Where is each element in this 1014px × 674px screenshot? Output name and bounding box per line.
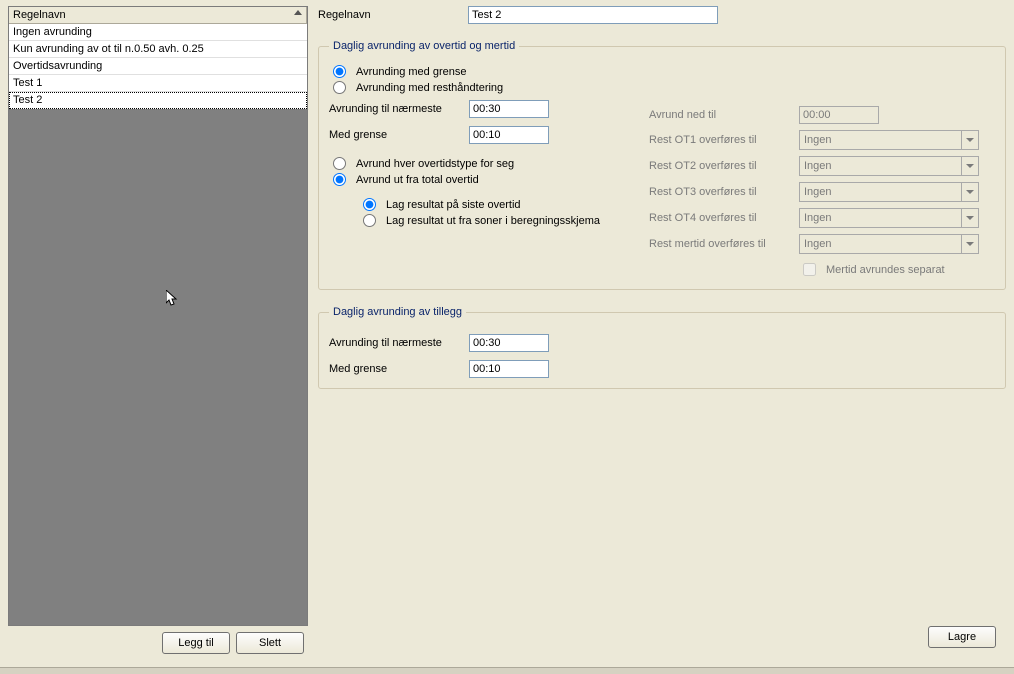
sort-asc-icon (294, 10, 302, 15)
chevron-down-icon (961, 157, 978, 175)
radio-mode-rest[interactable] (333, 81, 346, 94)
rest-ot2-label: Rest OT2 overføres til (649, 160, 799, 172)
delete-button[interactable]: Slett (236, 632, 304, 654)
group-overtime: Daglig avrunding av overtid og mertid Av… (318, 40, 1006, 290)
addition-with-limit-label: Med grense (329, 363, 469, 375)
radio-mode-limit[interactable] (333, 65, 346, 78)
radio-result-zones-label: Lag resultat ut fra soner i beregningssk… (386, 215, 600, 227)
radio-result-zones[interactable] (363, 214, 376, 227)
rule-name-label: Regelnavn (318, 9, 468, 21)
rest-ot1-label: Rest OT1 overføres til (649, 134, 799, 146)
round-down-label: Avrund ned til (649, 109, 799, 121)
round-nearest-input[interactable] (469, 100, 549, 118)
rule-name-input[interactable] (468, 6, 718, 24)
with-limit-label: Med grense (329, 129, 469, 141)
mertid-separate-checkbox (803, 263, 816, 276)
rest-ot3-label: Rest OT3 overføres til (649, 186, 799, 198)
save-button[interactable]: Lagre (928, 626, 996, 648)
chevron-down-icon (961, 235, 978, 253)
chevron-down-icon (961, 131, 978, 149)
addition-with-limit-input[interactable] (469, 360, 549, 378)
rest-ot2-combo: Ingen (799, 156, 979, 176)
round-nearest-label: Avrunding til nærmeste (329, 103, 469, 115)
rule-list-header-label: Regelnavn (13, 9, 66, 21)
radio-scope-each-label: Avrund hver overtidstype for seg (356, 158, 514, 170)
radio-scope-total[interactable] (333, 173, 346, 186)
radio-result-last[interactable] (363, 198, 376, 211)
radio-scope-total-label: Avrund ut fra total overtid (356, 174, 479, 186)
radio-mode-limit-label: Avrunding med grense (356, 66, 466, 78)
chevron-down-icon (961, 183, 978, 201)
radio-scope-each[interactable] (333, 157, 346, 170)
radio-result-last-label: Lag resultat på siste overtid (386, 199, 521, 211)
rest-ot1-value: Ingen (800, 134, 961, 146)
rest-mertid-combo: Ingen (799, 234, 979, 254)
mertid-separate-label: Mertid avrundes separat (826, 264, 945, 276)
rule-list-panel: Regelnavn Ingen avrundingKun avrunding a… (8, 6, 308, 654)
list-item[interactable]: Overtidsavrunding (9, 58, 307, 75)
add-button[interactable]: Legg til (162, 632, 230, 654)
addition-round-nearest-label: Avrunding til nærmeste (329, 337, 469, 349)
rest-mertid-label: Rest mertid overføres til (649, 238, 799, 250)
status-bar (0, 667, 1014, 674)
rule-list-empty-area (8, 110, 308, 626)
rest-ot4-label: Rest OT4 overføres til (649, 212, 799, 224)
chevron-down-icon (961, 209, 978, 227)
rule-list-header[interactable]: Regelnavn (9, 7, 307, 24)
rule-list[interactable]: Regelnavn Ingen avrundingKun avrunding a… (8, 6, 308, 110)
list-item[interactable]: Test 2 (9, 92, 307, 109)
round-down-input (799, 106, 879, 124)
rest-ot2-value: Ingen (800, 160, 961, 172)
list-item[interactable]: Test 1 (9, 75, 307, 92)
rest-ot4-value: Ingen (800, 212, 961, 224)
list-item[interactable]: Kun avrunding av ot til n.0.50 avh. 0.25 (9, 41, 307, 58)
rest-mertid-value: Ingen (800, 238, 961, 250)
rest-ot3-value: Ingen (800, 186, 961, 198)
group-addition: Daglig avrunding av tillegg Avrunding ti… (318, 306, 1006, 389)
group-addition-title: Daglig avrunding av tillegg (329, 306, 466, 318)
rest-ot3-combo: Ingen (799, 182, 979, 202)
rule-detail-panel: Regelnavn Daglig avrunding av overtid og… (318, 6, 1006, 654)
rest-ot4-combo: Ingen (799, 208, 979, 228)
radio-mode-rest-label: Avrunding med resthåndtering (356, 82, 503, 94)
list-item[interactable]: Ingen avrunding (9, 24, 307, 41)
with-limit-input[interactable] (469, 126, 549, 144)
group-overtime-title: Daglig avrunding av overtid og mertid (329, 40, 519, 52)
rest-ot1-combo: Ingen (799, 130, 979, 150)
addition-round-nearest-input[interactable] (469, 334, 549, 352)
